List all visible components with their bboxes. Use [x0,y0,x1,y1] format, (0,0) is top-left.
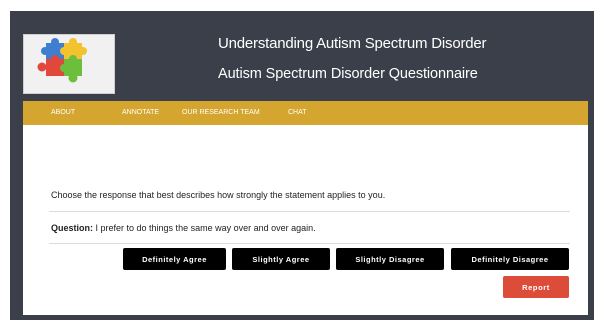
nav-item-research-team[interactable]: OUR RESEARCH TEAM [182,101,260,125]
definitely-agree-button[interactable]: Definitely Agree [123,248,226,270]
app-frame: Understanding Autism Spectrum Disorder A… [10,11,594,320]
report-button[interactable]: Report [503,276,569,298]
question-text: I prefer to do things the same way over … [95,223,316,233]
divider [49,211,570,212]
question: Question: I prefer to do things the same… [51,223,316,233]
instruction-text: Choose the response that best describes … [51,190,386,200]
divider [49,243,570,244]
puzzle-logo-icon [23,34,115,94]
questionnaire-panel: Choose the response that best describes … [23,125,588,315]
slightly-agree-button[interactable]: Slightly Agree [232,248,330,270]
question-label: Question: [51,223,93,233]
page-subtitle: Autism Spectrum Disorder Questionnaire [218,66,478,82]
nav-bar: ABOUT ANNOTATE OUR RESEARCH TEAM CHAT [23,101,588,125]
page-title: Understanding Autism Spectrum Disorder [218,35,487,52]
definitely-disagree-button[interactable]: Definitely Disagree [451,248,569,270]
nav-item-about[interactable]: ABOUT [51,101,75,125]
nav-item-annotate[interactable]: ANNOTATE [122,101,159,125]
nav-item-chat[interactable]: CHAT [288,101,307,125]
header: Understanding Autism Spectrum Disorder A… [10,11,594,101]
slightly-disagree-button[interactable]: Slightly Disagree [336,248,444,270]
